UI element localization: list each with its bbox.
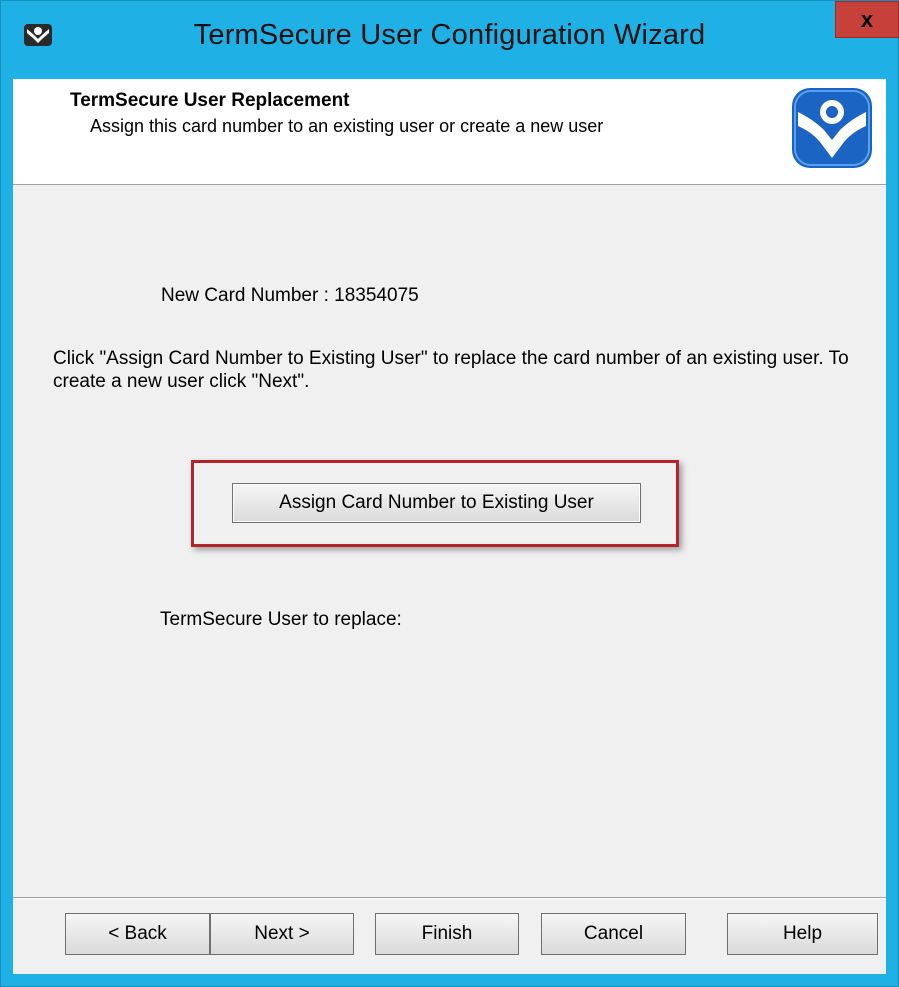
close-icon: x [860, 6, 874, 32]
page-subtitle: Assign this card number to an existing u… [90, 116, 604, 136]
title-bar[interactable]: TermSecure User Configuration Wizard x [1, 1, 899, 79]
close-button[interactable]: x [835, 1, 899, 38]
finish-button[interactable]: Finish [375, 913, 519, 955]
footer-separator [13, 897, 886, 899]
window-title: TermSecure User Configuration Wizard [193, 19, 706, 51]
assign-card-number-button[interactable]: Assign Card Number to Existing User [232, 483, 641, 523]
instructions-text: Click "Assign Card Number to Existing Us… [53, 348, 849, 392]
page-title: TermSecure User Replacement [70, 90, 350, 111]
thinmanager-logo-icon [792, 88, 872, 168]
wizard-header: TermSecure User Replacement Assign this … [13, 79, 886, 185]
new-card-number: New Card Number : 18354075 [161, 285, 419, 306]
cancel-button[interactable]: Cancel [541, 913, 686, 955]
next-button[interactable]: Next > [210, 913, 354, 955]
wizard-window: TermSecure User Configuration Wizard x T… [0, 0, 899, 987]
user-to-replace-label: TermSecure User to replace: [160, 609, 402, 630]
wizard-body: TermSecure User Replacement Assign this … [13, 79, 886, 974]
help-button[interactable]: Help [727, 913, 878, 955]
back-button[interactable]: < Back [65, 913, 210, 955]
